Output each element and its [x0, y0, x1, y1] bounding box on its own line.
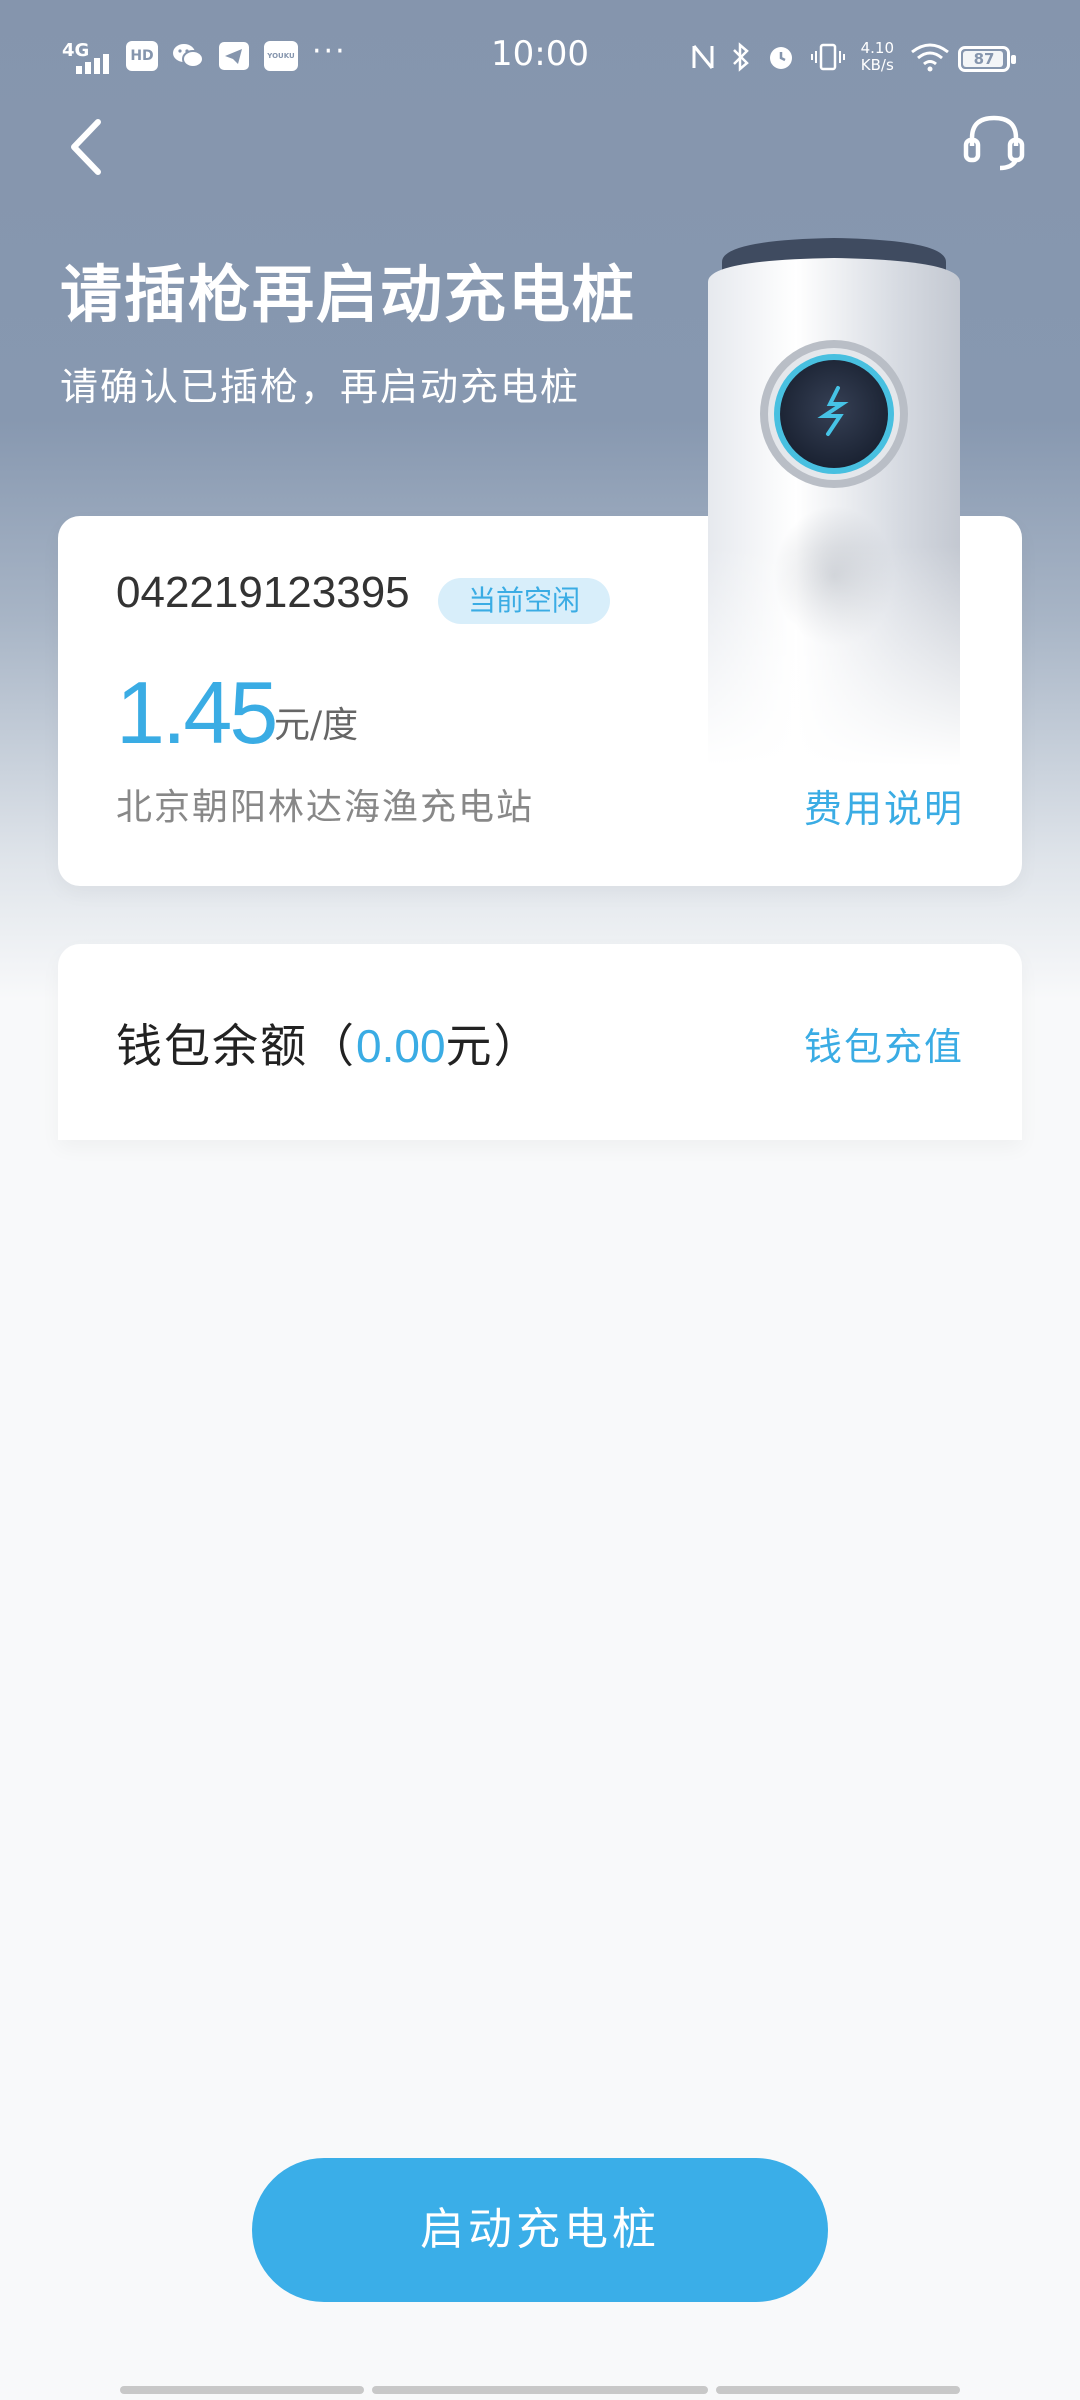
customer-service-button[interactable]: [962, 110, 1026, 174]
wallet-balance-label: 钱包余额（0.00元）: [116, 1010, 542, 1076]
nfc-icon: [692, 45, 714, 69]
page-subtitle: 请确认已插枪，再启动充电桩: [60, 365, 581, 409]
bluetooth-icon: [732, 42, 749, 72]
chevron-left-icon: [71, 119, 101, 175]
page-title: 请插枪再启动充电桩: [60, 258, 637, 331]
status-right-icons: 4.10 KB/s: [691, 40, 950, 74]
wallet-label-suffix: 元）: [445, 1019, 542, 1073]
battery-icon: 87: [958, 46, 1016, 72]
nav-indicator-left: [120, 2386, 364, 2394]
battery-level: 87: [973, 50, 995, 68]
back-button[interactable]: [60, 112, 120, 182]
charger-illustration: [708, 238, 960, 766]
speed-unit: KB/s: [860, 56, 894, 74]
wallet-card: 钱包余额（0.00元） 钱包充值: [58, 944, 1022, 1140]
wallet-topup-link[interactable]: 钱包充值: [804, 1016, 964, 1071]
nav-indicator-center: [372, 2386, 708, 2394]
station-name: 北京朝阳林达海渔充电站: [116, 787, 535, 828]
wallet-label-prefix: 钱包余额（: [116, 1019, 356, 1073]
status-bar: 4G HD YOUKU ··· 10:00 4.10 KB/s 87: [0, 0, 1080, 120]
network-speed: 4.10 KB/s: [861, 40, 894, 74]
nav-indicator-right: [716, 2386, 960, 2394]
price-unit: 元/度: [274, 705, 359, 746]
headset-icon: [963, 115, 1025, 171]
price-value: 1.45: [116, 663, 278, 762]
pile-id: 042219123395: [116, 568, 410, 617]
speed-value: 4.10: [860, 39, 894, 57]
start-charging-button[interactable]: 启动充电桩: [252, 2158, 828, 2302]
status-badge: 当前空闲: [438, 578, 611, 624]
fee-description-link[interactable]: 费用说明: [804, 778, 964, 833]
vibrate-icon: [810, 43, 845, 71]
wallet-balance-amount: 0.00: [356, 1020, 446, 1072]
wifi-icon: [911, 43, 949, 72]
alarm-icon: [769, 47, 792, 69]
